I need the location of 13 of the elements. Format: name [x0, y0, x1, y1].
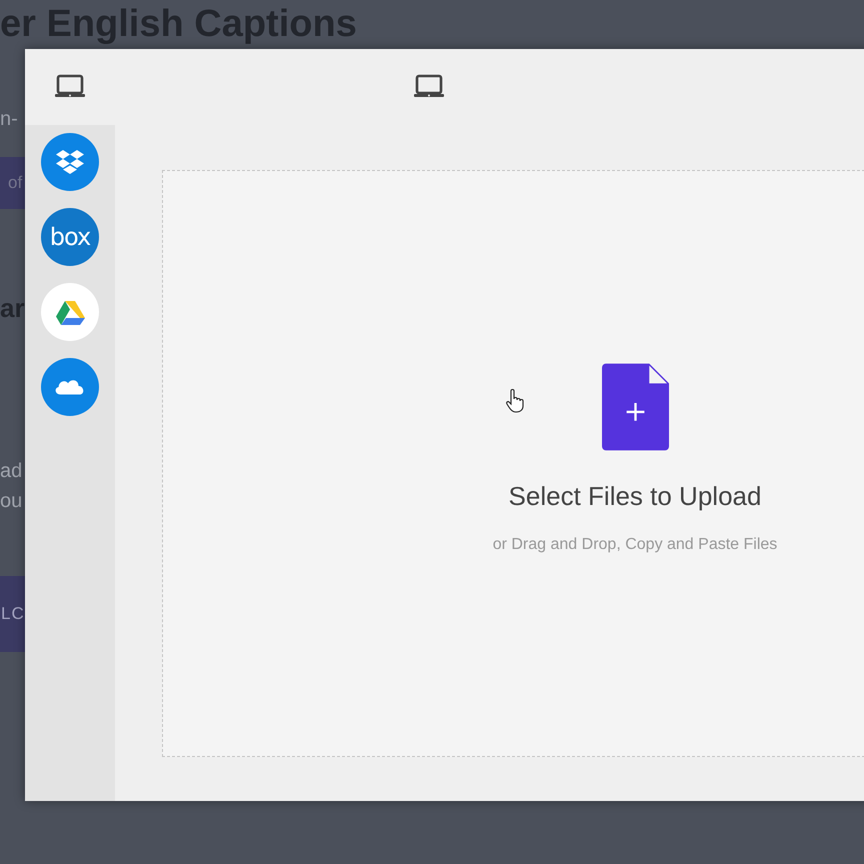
- paragraph-line: ou: [0, 489, 22, 514]
- dropzone-hint: or Drag and Drop, Copy and Paste Files: [492, 536, 778, 554]
- dropzone-title: Select Files to Upload: [508, 481, 762, 512]
- hand-cursor-icon: [505, 388, 525, 414]
- dropzone[interactable]: Select Files to Upload or Drag and Drop, Copy and Paste Files: [162, 170, 864, 757]
- banner-text: of: [7, 173, 22, 193]
- laptop-icon: [413, 74, 445, 100]
- add-file-icon: [602, 363, 668, 451]
- page-subtitle: n-: [0, 108, 18, 131]
- triangle-icon: [53, 298, 87, 326]
- laptop-icon[interactable]: [54, 74, 86, 100]
- source-button[interactable]: box: [41, 208, 99, 266]
- paragraph-line: ad: [0, 459, 22, 484]
